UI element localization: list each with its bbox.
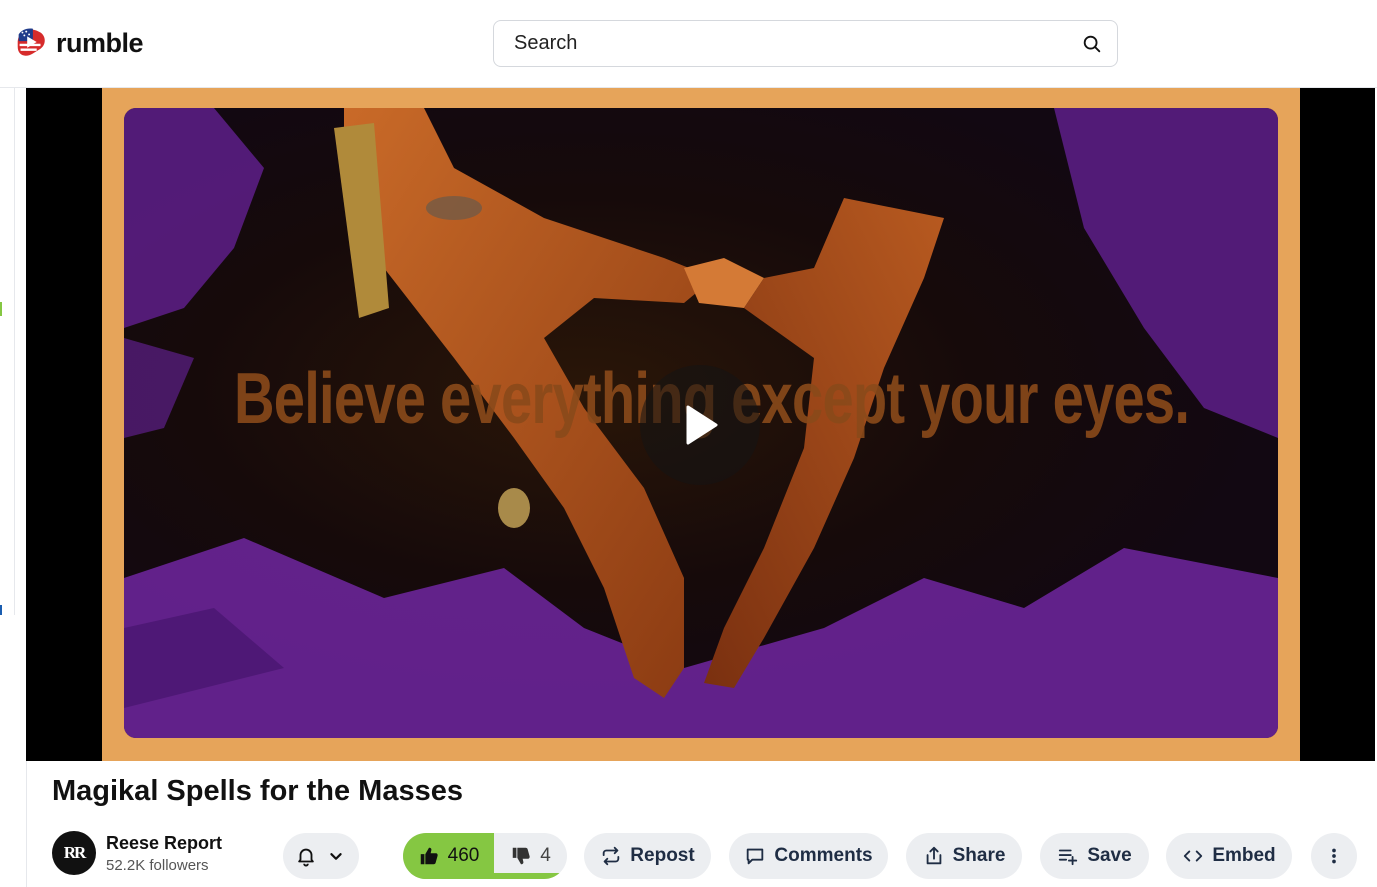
code-icon <box>1184 850 1203 862</box>
video-details: Magikal Spells for the Masses RR Reese R… <box>26 761 1375 887</box>
embed-button[interactable]: Embed <box>1166 833 1292 879</box>
sidebar-accent-mark <box>0 302 2 316</box>
sidebar-accent-mark <box>0 605 2 615</box>
vote-group: 460 4 <box>403 833 567 879</box>
save-button[interactable]: Save <box>1040 833 1149 879</box>
channel-name[interactable]: Reese Report <box>106 833 222 854</box>
like-count: 460 <box>447 845 480 866</box>
channel-info[interactable]: RR Reese Report 52.2K followers <box>52 831 222 875</box>
playlist-add-icon <box>1059 849 1078 866</box>
thumbnail-caption: Believe everything except your eyes. <box>234 359 1190 439</box>
rumble-logo-icon <box>17 28 45 56</box>
search-bar <box>493 20 1118 67</box>
share-label: Share <box>952 845 1006 866</box>
notification-button[interactable] <box>283 833 359 879</box>
collapsed-sidebar <box>0 88 15 615</box>
channel-text: Reese Report 52.2K followers <box>106 833 222 874</box>
share-icon <box>926 846 941 865</box>
comments-label: Comments <box>774 845 873 866</box>
more-options-button[interactable] <box>1311 833 1357 879</box>
search-icon[interactable] <box>1081 33 1103 55</box>
thumbs-up-icon <box>420 847 438 865</box>
rumble-logo[interactable]: rumble <box>12 24 144 62</box>
more-vertical-icon <box>1332 848 1336 864</box>
video-title: Magikal Spells for the Masses <box>52 775 463 807</box>
play-button[interactable] <box>640 365 760 485</box>
chevron-down-icon <box>330 853 342 860</box>
comments-button[interactable]: Comments <box>729 833 888 879</box>
video-player[interactable]: Believe everything except your eyes. <box>26 88 1375 761</box>
share-button[interactable]: Share <box>906 833 1022 879</box>
bell-icon <box>298 848 314 867</box>
embed-label: Embed <box>1212 845 1276 866</box>
dislike-count: 4 <box>540 845 551 866</box>
save-label: Save <box>1087 845 1132 866</box>
thumbs-down-icon <box>512 847 530 865</box>
play-icon <box>686 405 718 445</box>
logo-text: rumble <box>56 27 144 58</box>
channel-avatar[interactable]: RR <box>52 831 96 875</box>
comment-icon <box>747 848 764 865</box>
repost-label: Repost <box>630 845 695 866</box>
search-input[interactable] <box>514 32 1081 55</box>
top-header: rumble <box>0 0 1377 88</box>
repost-button[interactable]: Repost <box>584 833 711 879</box>
vote-ratio-bar <box>403 873 566 879</box>
follower-count: 52.2K followers <box>106 856 209 874</box>
repost-icon <box>603 846 620 866</box>
